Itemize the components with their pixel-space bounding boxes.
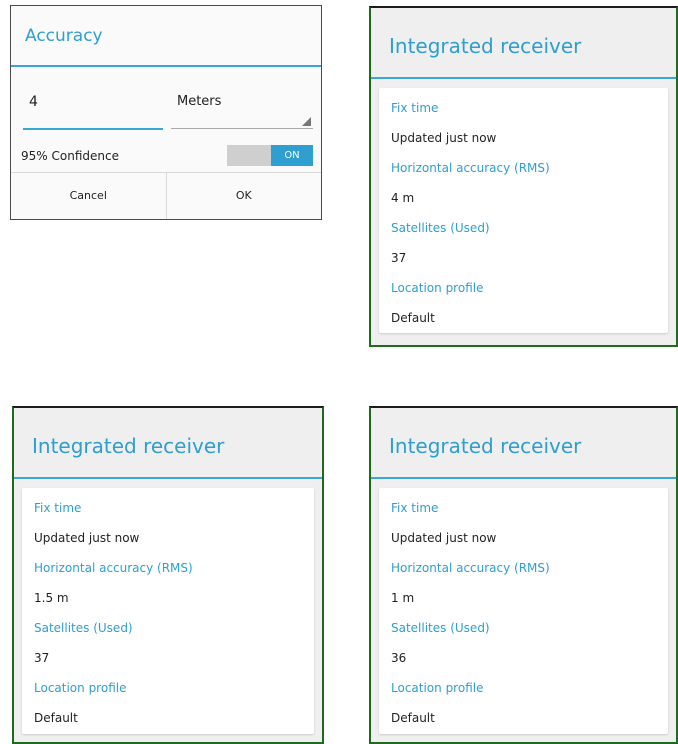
receiver-info-card: Fix time Updated just now Horizontal acc… — [379, 488, 668, 734]
fix-time-label: Fix time — [391, 501, 439, 515]
satellites-value: 37 — [34, 651, 50, 665]
fix-time-value: Updated just now — [34, 531, 140, 545]
fix-time-label: Fix time — [391, 101, 439, 115]
accuracy-value-input[interactable]: 4 — [23, 86, 163, 130]
title-divider — [11, 65, 321, 67]
satellites-label: Satellites (Used) — [34, 621, 133, 635]
location-profile-label: Location profile — [34, 681, 127, 695]
integrated-receiver-panel: Integrated receiver Fix time Updated jus… — [369, 6, 678, 347]
horizontal-accuracy-value: 1 m — [391, 591, 415, 605]
title-divider — [371, 477, 676, 479]
dialog-title: Accuracy — [25, 26, 103, 46]
dialog-button-bar: Cancel OK — [11, 172, 321, 219]
confidence-label: 95% Confidence — [21, 149, 119, 163]
satellites-label: Satellites (Used) — [391, 621, 490, 635]
receiver-info-card: Fix time Updated just now Horizontal acc… — [379, 88, 668, 333]
location-profile-value: Default — [391, 311, 435, 325]
satellites-value: 36 — [391, 651, 407, 665]
panel-title: Integrated receiver — [389, 34, 582, 58]
panel-title: Integrated receiver — [389, 434, 582, 458]
title-divider — [371, 77, 676, 79]
cancel-button[interactable]: Cancel — [11, 173, 166, 219]
panel-title: Integrated receiver — [32, 434, 225, 458]
toggle-on-label: ON — [271, 145, 313, 166]
location-profile-label: Location profile — [391, 281, 484, 295]
confidence-toggle[interactable]: ON — [227, 145, 313, 166]
satellites-label: Satellites (Used) — [391, 221, 490, 235]
ok-button[interactable]: OK — [165, 173, 322, 219]
unit-select[interactable]: Meters — [171, 86, 313, 129]
receiver-info-card: Fix time Updated just now Horizontal acc… — [22, 488, 314, 734]
location-profile-label: Location profile — [391, 681, 484, 695]
horizontal-accuracy-label: Horizontal accuracy (RMS) — [391, 161, 550, 175]
horizontal-accuracy-value: 4 m — [391, 191, 415, 205]
horizontal-accuracy-value: 1.5 m — [34, 591, 69, 605]
location-profile-value: Default — [34, 711, 78, 725]
fix-time-value: Updated just now — [391, 531, 497, 545]
integrated-receiver-panel: Integrated receiver Fix time Updated jus… — [369, 406, 678, 744]
integrated-receiver-panel: Integrated receiver Fix time Updated jus… — [12, 406, 324, 744]
satellites-value: 37 — [391, 251, 407, 265]
fix-time-label: Fix time — [34, 501, 82, 515]
horizontal-accuracy-label: Horizontal accuracy (RMS) — [34, 561, 193, 575]
dropdown-arrow-icon — [302, 117, 311, 126]
fix-time-value: Updated just now — [391, 131, 497, 145]
title-divider — [14, 477, 322, 479]
unit-select-value: Meters — [177, 94, 222, 109]
accuracy-dialog: Accuracy 4 Meters 95% Confidence ON Canc… — [10, 5, 322, 220]
horizontal-accuracy-label: Horizontal accuracy (RMS) — [391, 561, 550, 575]
accuracy-value-text: 4 — [29, 94, 38, 110]
location-profile-value: Default — [391, 711, 435, 725]
